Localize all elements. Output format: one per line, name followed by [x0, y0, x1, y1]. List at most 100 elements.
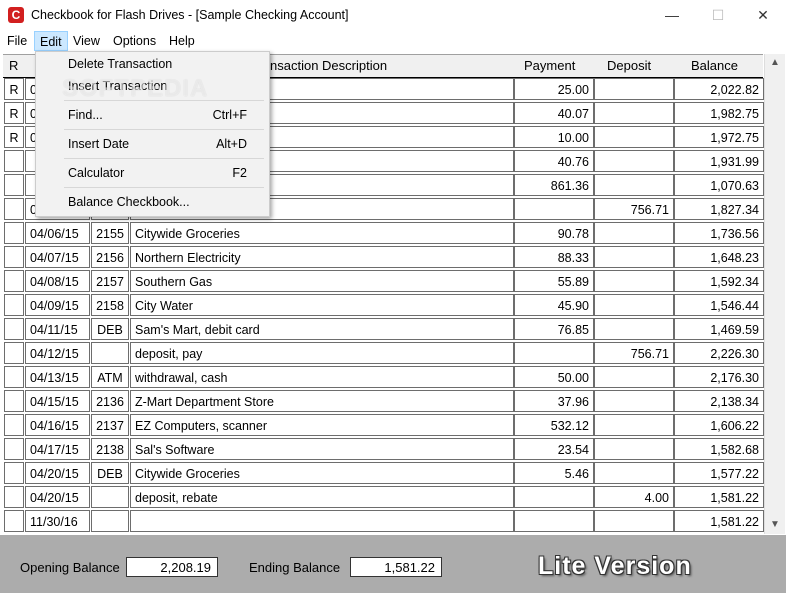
balance-cell[interactable]: 1,577.22 [674, 462, 764, 484]
reconciled-cell[interactable] [4, 438, 24, 460]
table-row[interactable]: 04/15/15 2136 Z-Mart Department Store 37.96… [3, 389, 764, 413]
table-row[interactable]: 04/13/15 ATM withdrawal, cash 50.00 2,176.30 [3, 365, 764, 389]
payment-cell[interactable]: 76.85 [514, 318, 594, 340]
table-row[interactable]: 04/12/15 deposit, pay 756.71 2,226.30 [3, 341, 764, 365]
balance-cell[interactable]: 2,226.30 [674, 342, 764, 364]
table-row[interactable]: 04/07/15 2156 Northern Electricity 88.33 1,6… [3, 245, 764, 269]
check-number-cell[interactable] [91, 510, 129, 532]
description-cell[interactable]: Citywide Groceries [130, 222, 514, 244]
reconciled-cell[interactable] [4, 318, 24, 340]
table-row[interactable]: 04/16/15 2137 EZ Computers, scanner 532.12 1… [3, 413, 764, 437]
description-cell[interactable]: Sam's Mart, debit card [130, 318, 514, 340]
menu-edit[interactable]: Edit [34, 31, 68, 51]
table-row[interactable]: 04/20/15 deposit, rebate 4.00 1,581.22 [3, 485, 764, 509]
reconciled-cell[interactable] [4, 486, 24, 508]
menu-item-find[interactable]: Find... Ctrl+F [36, 104, 267, 126]
balance-cell[interactable]: 1,546.44 [674, 294, 764, 316]
deposit-cell[interactable] [594, 150, 674, 172]
check-number-cell[interactable]: DEB [91, 462, 129, 484]
balance-cell[interactable]: 1,931.99 [674, 150, 764, 172]
menu-item-delete-transaction[interactable]: Delete Transaction [36, 53, 267, 75]
payment-cell[interactable]: 40.07 [514, 102, 594, 124]
balance-cell[interactable]: 1,648.23 [674, 246, 764, 268]
deposit-cell[interactable] [594, 294, 674, 316]
description-cell[interactable]: Citywide Groceries [130, 462, 514, 484]
close-button[interactable]: ✕ [740, 0, 786, 31]
reconciled-cell[interactable] [4, 270, 24, 292]
check-number-cell[interactable]: ATM [91, 366, 129, 388]
table-row[interactable]: 11/30/16 1,581.22 [3, 509, 764, 533]
deposit-cell[interactable] [594, 414, 674, 436]
reconciled-cell[interactable] [4, 150, 24, 172]
column-header-description[interactable]: nsaction Description [270, 55, 387, 77]
balance-cell[interactable]: 1,581.22 [674, 486, 764, 508]
minimize-button[interactable]: — [649, 0, 695, 31]
date-cell[interactable]: 04/15/15 [25, 390, 90, 412]
deposit-cell[interactable] [594, 78, 674, 100]
description-cell[interactable]: Sal's Software [130, 438, 514, 460]
balance-cell[interactable]: 1,469.59 [674, 318, 764, 340]
reconciled-cell[interactable] [4, 366, 24, 388]
menu-item-calculator[interactable]: Calculator F2 [36, 162, 267, 184]
reconciled-cell[interactable] [4, 198, 24, 220]
reconciled-cell[interactable] [4, 390, 24, 412]
balance-cell[interactable]: 1,606.22 [674, 414, 764, 436]
payment-cell[interactable]: 532.12 [514, 414, 594, 436]
payment-cell[interactable] [514, 342, 594, 364]
table-row[interactable]: 04/08/15 2157 Southern Gas 55.89 1,592.34 [3, 269, 764, 293]
reconciled-cell[interactable] [4, 294, 24, 316]
date-cell[interactable]: 04/06/15 [25, 222, 90, 244]
deposit-cell[interactable] [594, 462, 674, 484]
payment-cell[interactable]: 23.54 [514, 438, 594, 460]
balance-cell[interactable]: 1,070.63 [674, 174, 764, 196]
scroll-up-icon[interactable]: ▲ [765, 54, 785, 72]
payment-cell[interactable]: 5.46 [514, 462, 594, 484]
balance-cell[interactable]: 1,582.68 [674, 438, 764, 460]
payment-cell[interactable] [514, 510, 594, 532]
column-header-reconciled[interactable]: R [9, 55, 18, 77]
description-cell[interactable]: City Water [130, 294, 514, 316]
check-number-cell[interactable]: 2138 [91, 438, 129, 460]
table-row[interactable]: 04/09/15 2158 City Water 45.90 1,546.44 [3, 293, 764, 317]
payment-cell[interactable]: 37.96 [514, 390, 594, 412]
payment-cell[interactable]: 40.76 [514, 150, 594, 172]
table-row[interactable]: 04/11/15 DEB Sam's Mart, debit card 76.85 1,… [3, 317, 764, 341]
deposit-cell[interactable] [594, 126, 674, 148]
date-cell[interactable]: 04/08/15 [25, 270, 90, 292]
scroll-down-icon[interactable]: ▼ [765, 516, 785, 534]
column-header-balance[interactable]: Balance [691, 55, 738, 77]
menu-file[interactable]: File [2, 31, 32, 51]
date-cell[interactable]: 04/11/15 [25, 318, 90, 340]
balance-cell[interactable]: 2,022.82 [674, 78, 764, 100]
description-cell[interactable]: Northern Electricity [130, 246, 514, 268]
deposit-cell[interactable] [594, 174, 674, 196]
description-cell[interactable] [130, 510, 514, 532]
date-cell[interactable]: 04/20/15 [25, 462, 90, 484]
reconciled-cell[interactable] [4, 510, 24, 532]
date-cell[interactable]: 11/30/16 [25, 510, 90, 532]
check-number-cell[interactable]: DEB [91, 318, 129, 340]
description-cell[interactable]: Z-Mart Department Store [130, 390, 514, 412]
menu-help[interactable]: Help [164, 31, 200, 51]
table-row[interactable]: 04/20/15 DEB Citywide Groceries 5.46 1,577.2… [3, 461, 764, 485]
reconciled-cell[interactable] [4, 246, 24, 268]
reconciled-cell[interactable]: R [4, 78, 24, 100]
description-cell[interactable]: deposit, pay [130, 342, 514, 364]
deposit-cell[interactable]: 4.00 [594, 486, 674, 508]
date-cell[interactable]: 04/17/15 [25, 438, 90, 460]
date-cell[interactable]: 04/07/15 [25, 246, 90, 268]
balance-cell[interactable]: 1,972.75 [674, 126, 764, 148]
payment-cell[interactable]: 55.89 [514, 270, 594, 292]
payment-cell[interactable] [514, 486, 594, 508]
check-number-cell[interactable]: 2158 [91, 294, 129, 316]
menu-options[interactable]: Options [108, 31, 161, 51]
date-cell[interactable]: 04/16/15 [25, 414, 90, 436]
check-number-cell[interactable] [91, 342, 129, 364]
reconciled-cell[interactable] [4, 462, 24, 484]
balance-cell[interactable]: 2,138.34 [674, 390, 764, 412]
deposit-cell[interactable] [594, 390, 674, 412]
balance-cell[interactable]: 1,581.22 [674, 510, 764, 532]
menu-item-insert-date[interactable]: Insert Date Alt+D [36, 133, 267, 155]
check-number-cell[interactable] [91, 486, 129, 508]
column-header-deposit[interactable]: Deposit [607, 55, 651, 77]
